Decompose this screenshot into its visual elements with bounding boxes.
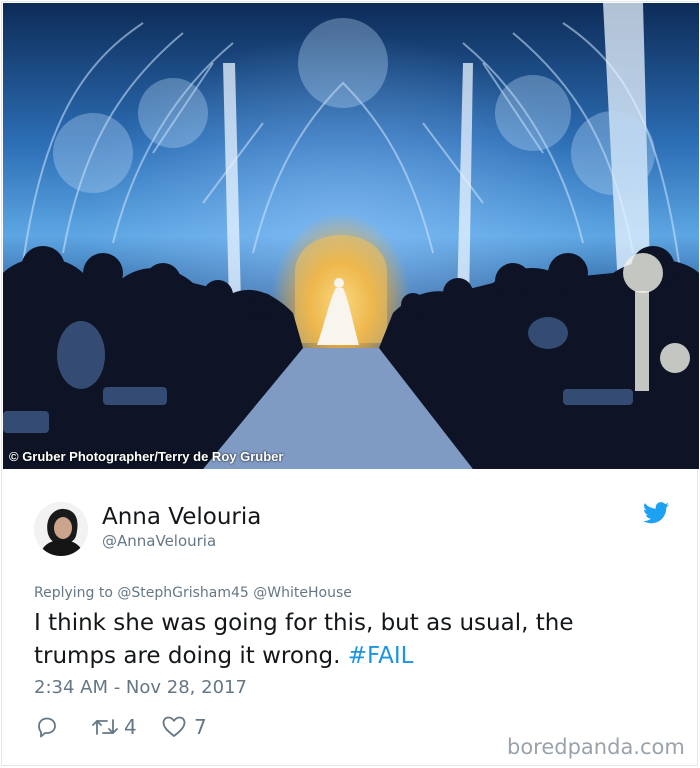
tweet-text: I think she was going for this, but as u… xyxy=(34,607,654,673)
tweet-text-line: trumps are doing it wrong. xyxy=(34,643,341,669)
avatar-image xyxy=(34,502,88,556)
reply-mention[interactable]: @StephGrisham45 xyxy=(117,585,248,601)
tweet-card: © Gruber Photographer/Terry de Roy Grube… xyxy=(1,1,699,766)
reply-icon xyxy=(38,717,56,738)
tweet-text-line: I think she was going for this, but as u… xyxy=(34,610,574,636)
twitter-bird-icon[interactable] xyxy=(643,502,669,524)
avatar[interactable] xyxy=(34,502,88,556)
wedding-photo-art xyxy=(3,3,699,469)
display-name[interactable]: Anna Velouria xyxy=(102,504,261,530)
hashtag-link[interactable]: #FAIL xyxy=(348,643,414,669)
watermark: boredpanda.com xyxy=(507,735,685,759)
user-handle[interactable]: @AnnaVelouria xyxy=(102,532,216,550)
photo-credit: © Gruber Photographer/Terry de Roy Grube… xyxy=(9,449,284,464)
reply-button[interactable] xyxy=(35,713,59,741)
tweet-timestamp[interactable]: 2:34 AM - Nov 28, 2017 xyxy=(34,677,247,698)
like-button[interactable]: 7 xyxy=(161,713,207,741)
replying-to: Replying to @StephGrisham45 @WhiteHouse xyxy=(34,585,352,601)
retweet-button[interactable]: 4 xyxy=(91,713,137,741)
twitter-bird-icon-glyph xyxy=(643,502,669,524)
retweet-count: 4 xyxy=(124,715,137,739)
wedding-photo[interactable]: © Gruber Photographer/Terry de Roy Grube… xyxy=(3,3,699,469)
like-count: 7 xyxy=(194,715,207,739)
heart-icon xyxy=(162,716,186,737)
replying-to-label: Replying to xyxy=(34,585,113,601)
reply-mention[interactable]: @WhiteHouse xyxy=(253,585,352,601)
retweet-icon xyxy=(92,719,118,735)
